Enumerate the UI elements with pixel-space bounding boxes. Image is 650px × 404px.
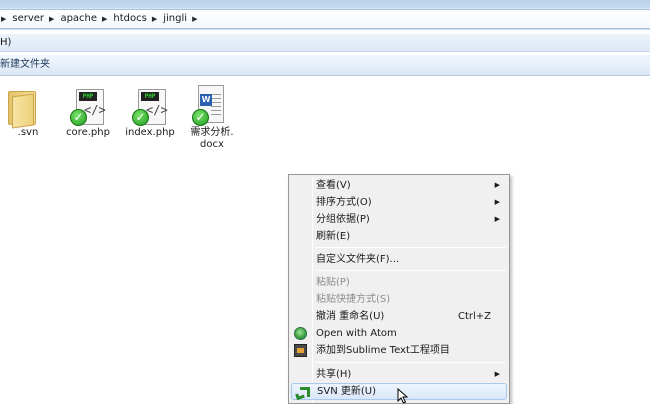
menu-item-paste-shortcut: 粘贴快捷方式(S) <box>291 291 507 308</box>
breadcrumb-chevron-icon[interactable]: ▶ <box>152 15 157 23</box>
menu-item-add-to-sublime[interactable]: 添加到Sublime Text工程项目 <box>291 342 507 359</box>
breadcrumb-chevron-icon[interactable]: ▶ <box>102 15 107 23</box>
file-name: core.php <box>66 127 110 138</box>
menu-separator <box>316 247 506 248</box>
submenu-arrow-icon: ▶ <box>494 181 500 189</box>
menu-help[interactable]: H) <box>0 36 11 50</box>
breadcrumb-chevron-icon[interactable]: ▶ <box>1 15 6 23</box>
folder-icon <box>2 91 38 129</box>
menu-item-group-by[interactable]: 分组依据(P) ▶ <box>291 211 507 228</box>
menu-item-undo-rename[interactable]: 撤消 重命名(U) Ctrl+Z <box>291 308 507 325</box>
breadcrumb-item-apache[interactable]: apache <box>60 10 97 28</box>
menu-item-shortcut: Ctrl+Z <box>457 311 491 322</box>
sublime-text-icon <box>294 344 307 357</box>
menu-item-label: 粘贴(P) <box>316 277 350 288</box>
menu-item-label: 粘贴快捷方式(S) <box>316 294 391 305</box>
file-name: .svn <box>17 127 39 138</box>
menu-item-customize-folder[interactable]: 自定义文件夹(F)... <box>291 251 507 268</box>
menu-item-open-with-atom[interactable]: Open with Atom <box>291 325 507 342</box>
menu-item-label: 排序方式(O) <box>316 197 372 208</box>
php-file-icon: PHP </> ✓ <box>124 83 176 127</box>
context-menu: 查看(V) ▶ 排序方式(O) ▶ 分组依据(P) ▶ 刷新(E) 自定义文件夹… <box>288 174 510 404</box>
svn-update-icon <box>295 386 310 399</box>
file-item-index-php[interactable]: PHP </> ✓ index.php <box>124 83 176 139</box>
new-folder-button[interactable]: 新建文件夹 <box>0 58 50 72</box>
submenu-arrow-icon: ▶ <box>494 198 500 206</box>
file-item-requirements-docx[interactable]: W ✓ 需求分析. docx <box>186 83 238 151</box>
file-item-core-php[interactable]: PHP </> ✓ core.php <box>62 83 114 139</box>
breadcrumb[interactable]: ▶ server ▶ apache ▶ htdocs ▶ jingli ▶ <box>0 9 650 29</box>
file-name-line1: 需求分析. <box>190 127 234 138</box>
breadcrumb-item-server[interactable]: server <box>12 10 44 28</box>
menu-item-label: Open with Atom <box>316 328 397 339</box>
svn-normal-overlay-icon: ✓ <box>132 109 149 126</box>
submenu-arrow-icon: ▶ <box>494 215 500 223</box>
file-item-svn[interactable]: .svn <box>2 83 54 139</box>
address-bar: ▶ server ▶ apache ▶ htdocs ▶ jingli ▶ <box>0 8 650 30</box>
menu-item-label: 自定义文件夹(F)... <box>316 254 400 265</box>
menu-separator <box>316 270 506 271</box>
menu-item-label: 共享(H) <box>316 369 352 380</box>
menu-item-view[interactable]: 查看(V) ▶ <box>291 177 507 194</box>
menu-item-label: 添加到Sublime Text工程项目 <box>316 345 450 356</box>
submenu-arrow-icon: ▶ <box>494 370 500 378</box>
word-file-icon: W ✓ <box>186 83 238 127</box>
menu-item-label: 撤消 重命名(U) <box>316 311 385 322</box>
atom-icon <box>294 327 307 340</box>
menu-item-share-with[interactable]: 共享(H) ▶ <box>291 366 507 383</box>
file-name: index.php <box>125 127 175 138</box>
file-name-line2: docx <box>200 139 224 150</box>
menu-item-label: 分组依据(P) <box>316 214 370 225</box>
menu-separator <box>316 362 506 363</box>
svn-normal-overlay-icon: ✓ <box>70 109 87 126</box>
menu-item-label: 刷新(E) <box>316 231 351 242</box>
menu-item-sort-by[interactable]: 排序方式(O) ▶ <box>291 194 507 211</box>
svn-normal-overlay-icon: ✓ <box>192 109 209 126</box>
menu-bar: H) <box>0 34 650 52</box>
breadcrumb-chevron-icon[interactable]: ▶ <box>49 15 54 23</box>
php-file-icon: PHP </> ✓ <box>62 83 114 127</box>
breadcrumb-item-jingli[interactable]: jingli <box>163 10 187 28</box>
menu-item-paste: 粘贴(P) <box>291 274 507 291</box>
menu-item-label: SVN 更新(U) <box>317 386 376 397</box>
menu-item-refresh[interactable]: 刷新(E) <box>291 228 507 245</box>
command-toolbar: 新建文件夹 <box>0 54 650 76</box>
breadcrumb-item-htdocs[interactable]: htdocs <box>113 10 146 28</box>
menu-item-label: 查看(V) <box>316 180 351 191</box>
window-title-strip <box>0 0 650 8</box>
breadcrumb-chevron-icon[interactable]: ▶ <box>192 15 197 23</box>
